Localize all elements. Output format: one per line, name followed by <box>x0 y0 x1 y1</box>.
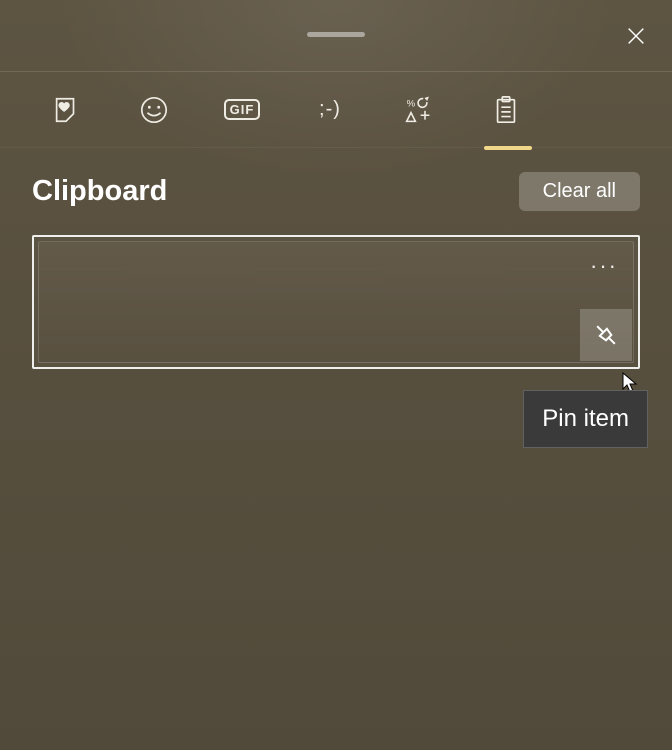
clear-all-button[interactable]: Clear all <box>519 172 640 211</box>
content-area: Clipboard Clear all ··· <box>0 148 672 369</box>
more-options-button[interactable]: ··· <box>584 251 624 281</box>
tab-recent[interactable] <box>46 90 86 130</box>
category-tabs: GIF ;-) % <box>0 72 672 148</box>
pin-tooltip: Pin item <box>523 390 648 448</box>
svg-text:%: % <box>407 98 416 109</box>
clipboard-icon <box>491 95 521 125</box>
tab-gif[interactable]: GIF <box>222 90 262 130</box>
pin-button[interactable] <box>580 309 632 361</box>
recent-heart-icon <box>51 95 81 125</box>
page-title: Clipboard <box>32 175 167 208</box>
emoji-icon <box>139 95 169 125</box>
symbols-icon: % <box>404 96 432 124</box>
tab-symbols[interactable]: % <box>398 90 438 130</box>
drag-handle[interactable] <box>307 32 365 37</box>
gif-icon: GIF <box>224 99 261 120</box>
kaomoji-icon: ;-) <box>319 98 341 121</box>
clipboard-item[interactable]: ··· <box>32 235 640 369</box>
title-bar <box>0 0 672 72</box>
pin-icon <box>585 314 627 356</box>
tab-clipboard[interactable] <box>486 90 526 130</box>
tab-kaomoji[interactable]: ;-) <box>310 90 350 130</box>
clipboard-header: Clipboard Clear all <box>32 172 640 211</box>
clipboard-item-inner <box>38 241 634 363</box>
close-icon <box>625 25 647 47</box>
tab-emoji[interactable] <box>134 90 174 130</box>
close-button[interactable] <box>618 18 654 54</box>
